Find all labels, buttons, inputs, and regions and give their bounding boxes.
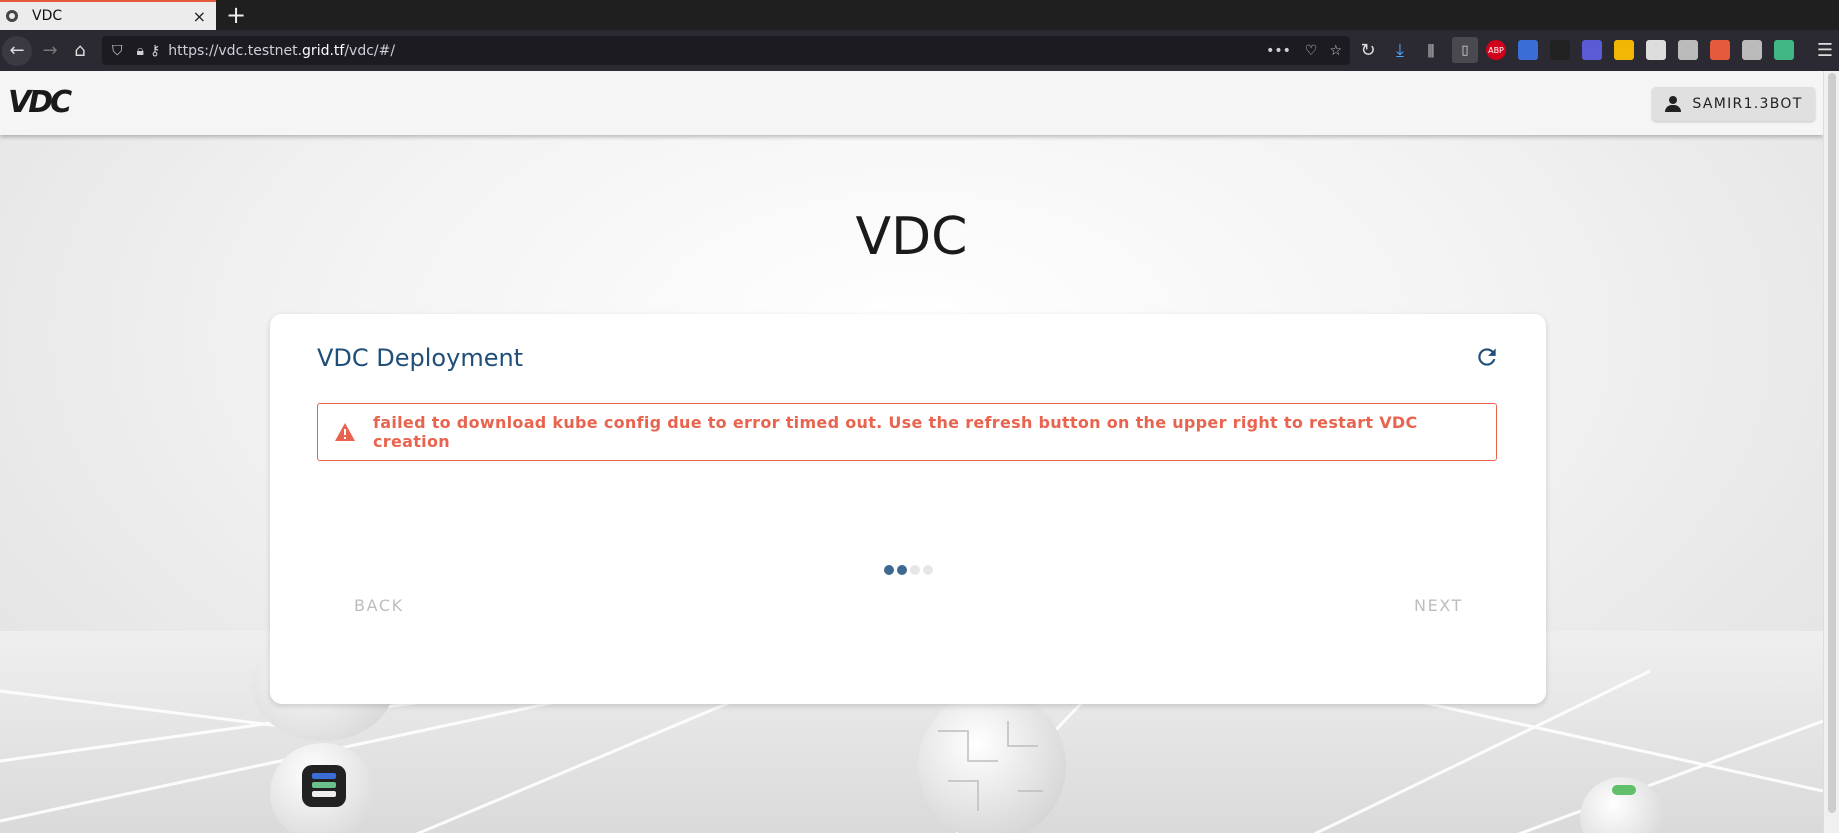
pocket-icon[interactable]: ♡ xyxy=(1305,43,1318,59)
back-arrow-icon[interactable]: ← xyxy=(2,35,32,66)
vue-icon[interactable] xyxy=(1774,40,1794,60)
key-icon[interactable]: ⚷ xyxy=(150,43,160,59)
forward-arrow-icon[interactable]: → xyxy=(36,30,64,71)
page-viewport: VDC SAMIR1.3BOT VDC VDC Deployment faile… xyxy=(0,71,1823,833)
new-tab-button[interactable]: + xyxy=(226,2,246,28)
robot-body-decoration xyxy=(270,743,376,833)
download-icon[interactable]: ⤓ xyxy=(1388,30,1412,71)
step-dot xyxy=(923,565,933,575)
browser-nav-bar: ← → ⌂ ⛉ 🔒︎ ⚷ https://vdc.testnet.grid.tf… xyxy=(0,30,1839,71)
warning-icon xyxy=(334,422,356,442)
clock-icon[interactable] xyxy=(1518,40,1538,60)
error-message: failed to download kube config due to er… xyxy=(373,413,1418,451)
qr-icon[interactable] xyxy=(1646,40,1666,60)
step-indicator xyxy=(884,565,933,575)
error-alert: failed to download kube config due to er… xyxy=(317,403,1497,461)
sidebar-icon[interactable]: ▯ xyxy=(1452,37,1478,63)
translate-icon[interactable] xyxy=(1710,40,1730,60)
url-text: https://vdc.testnet.grid.tf/vdc/#/ xyxy=(168,42,396,59)
reload-icon[interactable]: ↻ xyxy=(1356,30,1380,71)
scrollbar-thumb[interactable] xyxy=(1828,73,1836,813)
tab-title: VDC xyxy=(32,8,63,24)
page-title: VDC xyxy=(855,207,968,267)
user-account-button[interactable]: SAMIR1.3BOT xyxy=(1652,87,1815,121)
adblock-plus-icon[interactable]: ABP xyxy=(1486,40,1506,60)
step-dot xyxy=(884,565,894,575)
library-icon[interactable]: ⫼ xyxy=(1418,30,1444,71)
user-button-label: SAMIR1.3BOT xyxy=(1692,96,1803,112)
step-dot xyxy=(910,565,920,575)
reader-icon[interactable] xyxy=(1742,40,1762,60)
back-button[interactable]: BACK xyxy=(354,596,404,615)
deployment-card: VDC Deployment failed to download kube c… xyxy=(270,314,1546,704)
step-dot xyxy=(897,565,907,575)
refresh-icon[interactable] xyxy=(1474,344,1500,370)
keep-icon[interactable] xyxy=(1614,40,1634,60)
tab-close-icon[interactable]: × xyxy=(193,7,206,26)
menu-icon[interactable]: ☰ xyxy=(1812,30,1838,71)
next-button[interactable]: NEXT xyxy=(1414,596,1463,615)
page-actions-icon[interactable]: ••• xyxy=(1266,43,1291,59)
shield-icon[interactable]: ⛉ xyxy=(112,43,123,59)
account-icon[interactable] xyxy=(1678,40,1698,60)
browser-tab-bar: VDC × + xyxy=(0,0,1839,30)
app-header: VDC SAMIR1.3BOT xyxy=(0,71,1823,135)
gnome-icon[interactable] xyxy=(1550,40,1570,60)
site-favicon-icon xyxy=(6,10,18,22)
lock-icon[interactable]: 🔒︎ xyxy=(137,43,144,59)
browser-tab[interactable]: VDC × xyxy=(0,0,216,30)
bookmark-star-icon[interactable]: ☆ xyxy=(1329,43,1342,59)
sphere-decoration xyxy=(918,691,1066,833)
card-title: VDC Deployment xyxy=(317,344,524,372)
address-bar[interactable]: ⛉ 🔒︎ ⚷ https://vdc.testnet.grid.tf/vdc/#… xyxy=(102,36,1350,65)
vdc-logo[interactable]: VDC xyxy=(8,85,72,120)
page-scrollbar[interactable] xyxy=(1823,71,1839,833)
home-icon[interactable]: ⌂ xyxy=(66,30,94,71)
meet-icon[interactable] xyxy=(1582,40,1602,60)
user-icon xyxy=(1664,95,1682,113)
